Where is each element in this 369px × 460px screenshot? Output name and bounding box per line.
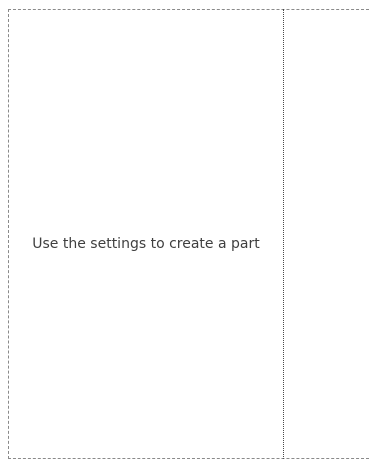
empty-state-message: Use the settings to create a part — [32, 236, 260, 252]
secondary-preview-panel — [284, 10, 369, 458]
part-preview-panel: Use the settings to create a part — [9, 10, 283, 458]
part-preview-frame: Use the settings to create a part — [0, 0, 369, 460]
